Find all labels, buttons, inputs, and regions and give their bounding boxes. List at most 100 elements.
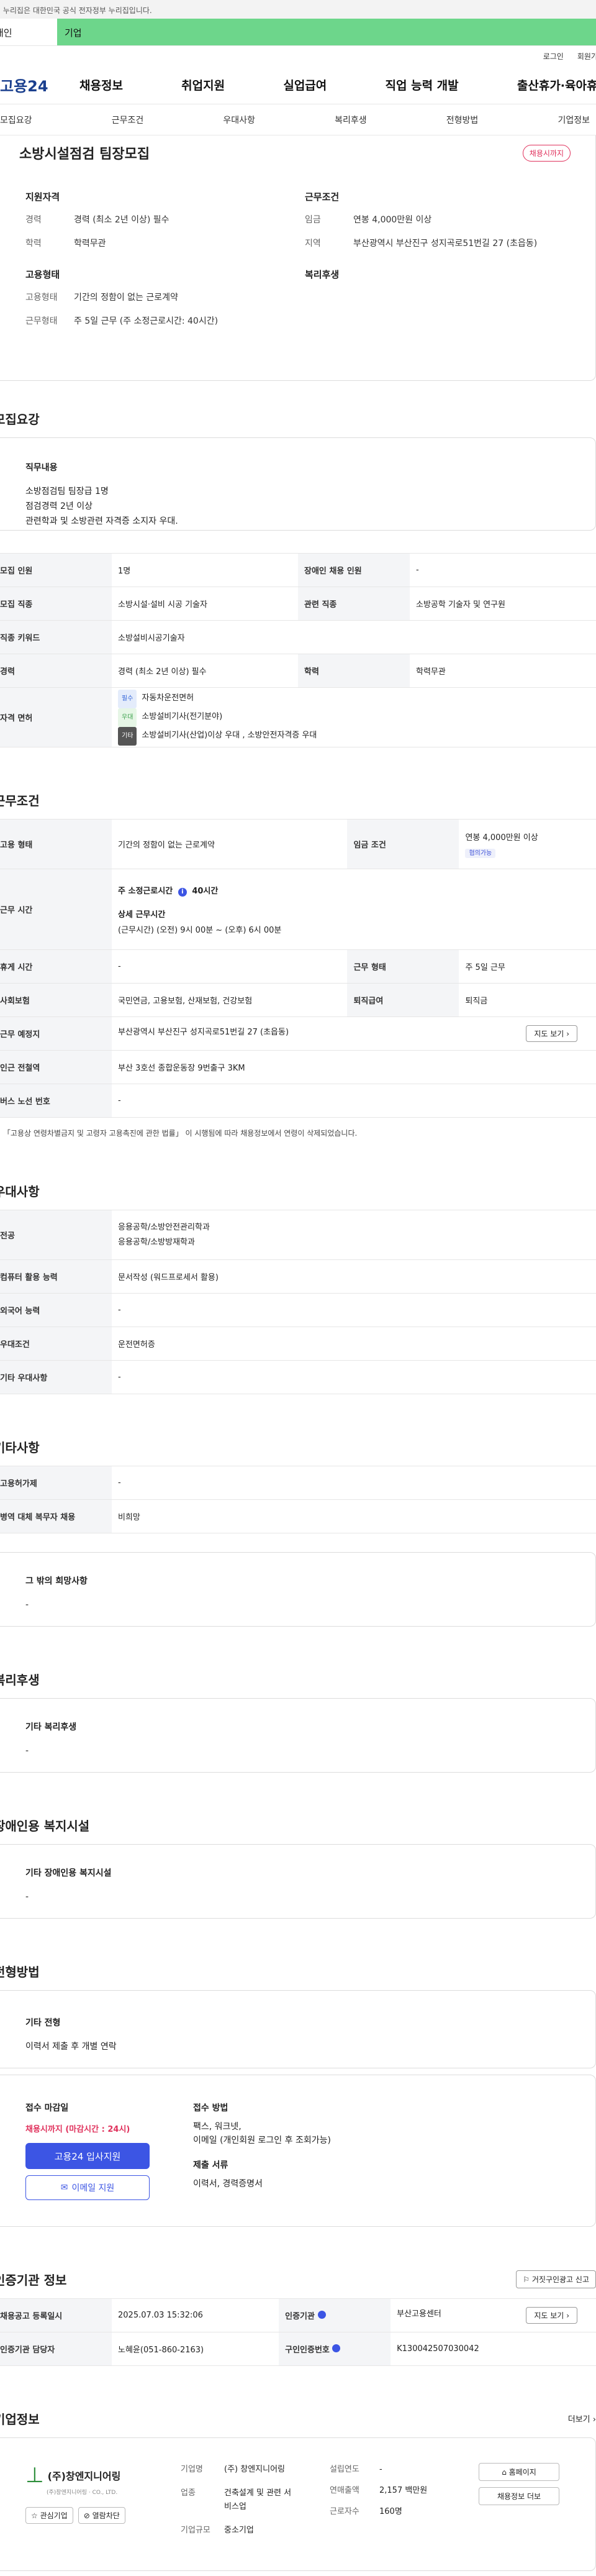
signup-link[interactable]: 회원가입 (577, 51, 596, 62)
company-section-title: 기업정보 (0, 2412, 40, 2427)
gnb-item-leave[interactable]: 출산휴가·육아휴직 (517, 76, 596, 93)
company-left: ⊥ (주)창엔지니어링 (주)창엔지니어링 · CO., LTD. ☆ 관심기업… (25, 2463, 181, 2570)
insurance-key: 사회보험 (0, 983, 112, 1017)
anchor-conditions[interactable]: 근무조건 (112, 114, 144, 126)
count-key: 모집 인원 (0, 553, 112, 587)
company-name-key: 기업명 (181, 2465, 203, 2474)
hours-cell: 주 소정근로시간 i 40시간 상세 근무시간 (근무시간) (오전) 9시 0… (112, 869, 596, 950)
fav-company-button[interactable]: ☆ 관심기업 (25, 2507, 73, 2524)
tab-personal[interactable]: 개인 (0, 19, 57, 45)
info-icon[interactable] (332, 2344, 341, 2352)
major-value: 응용공학/소방안전관리학과 응용공학/소방방재학과 (112, 1210, 596, 1260)
license-text: 자동차운전면허 (142, 693, 194, 703)
license-tag: 필수 (118, 689, 137, 708)
selection-label: 기타 전형 (25, 2018, 61, 2028)
emp-type-key: 고용 형태 (0, 819, 112, 869)
company-logo-sub: (주)창엔지니어링 · CO., LTD. (47, 2490, 118, 2496)
anchor-recruit[interactable]: 모집요강 (0, 114, 32, 126)
license-text: 소방설비기사(산업)이상 우대 , 소방안전자격증 우대 (142, 730, 317, 740)
login-link[interactable]: 로그인 (543, 51, 564, 62)
disability-card: 기타 장애인용 복지시설 - (0, 1844, 596, 1919)
gnb-item-jobs[interactable]: 채용정보 (79, 76, 123, 93)
docs-label: 제출 서류 (193, 2160, 228, 2170)
table-row: 외국어 능력 - (0, 1293, 596, 1327)
report-button[interactable]: ⚐ 거짓구인광고 신고 (516, 2270, 596, 2288)
table-row: 고용허가제 - (0, 1466, 596, 1500)
gnb-item-support[interactable]: 취업지원 (181, 76, 225, 93)
summary-wage-value: 연봉 4,000만원 이상 (353, 215, 432, 225)
pc-value: 문서작성 (워드프로세서 활용) (112, 1259, 596, 1294)
hours-main-label: 주 소정근로시간 (118, 886, 173, 896)
job-value: 소방시설·설비 시공 기술자 (112, 587, 298, 621)
cert-table: 채용공고 등록일시 2025.07.03 15:32:06 인증기관 부산고용센… (0, 2298, 596, 2366)
disabled-count-value: - (410, 553, 596, 587)
company-biz-value: 건축설계 및 관련 서비스업 (224, 2488, 292, 2511)
info-icon[interactable] (317, 2311, 326, 2319)
site-logo[interactable]: 고용24 (0, 74, 68, 96)
company-logo-mark: ⊥ (25, 2463, 44, 2488)
apply-button[interactable]: 고용24 입사지원 (25, 2143, 150, 2169)
pc-key: 컴퓨터 활용 능력 (0, 1259, 112, 1294)
email-apply-button[interactable]: ✉ 이메일 지원 (25, 2175, 150, 2200)
license-text: 소방설비기사(전기분야) (142, 711, 223, 721)
summary-emp-title: 고용형태 (25, 269, 60, 280)
wish-value: - (25, 1600, 29, 1610)
map-button-label: 지도 보기 (534, 1030, 564, 1038)
tab-personal-label: 개인 (0, 27, 12, 39)
summary-type-value: 기간의 정함이 없는 근로계약 (74, 293, 178, 303)
info-icon[interactable]: i (178, 887, 187, 897)
table-row: 휴게 시간 - 근무 형태 주 5일 근무 (0, 949, 596, 984)
tab-company[interactable]: 기업 (57, 19, 596, 45)
disability-value: - (25, 1892, 29, 1902)
recruit-table: 모집 인원 1명 장애인 채용 인원 - 모집 직종 소방시설·설비 시공 기술… (0, 553, 596, 747)
homepage-label: 홈페이지 (508, 2468, 536, 2477)
related-job-key: 관련 직종 (298, 587, 410, 621)
welfare-section-title: 복리후생 (0, 1673, 40, 1688)
homepage-button[interactable]: ⌂ 홈페이지 (479, 2463, 559, 2481)
util-menu: 로그인 회원가입 (0, 46, 596, 66)
company-year-key: 설립연도 (330, 2465, 359, 2474)
duty-card: 직무내용 소방점검팀 팀장급 1명 점검경력 2년 이상 관련학과 및 소방관련… (0, 437, 596, 531)
email-apply-label: 이메일 지원 (71, 2183, 115, 2193)
report-icon: ⚐ (523, 2275, 532, 2284)
permit-key: 고용허가제 (0, 1466, 112, 1500)
wage-cell: 연봉 4,000만원 이상 협의가능 (459, 819, 596, 869)
selection-card: 기타 전형 이력서 제출 후 개별 연락 (0, 1990, 596, 2068)
cert-no-key-text: 구인인증번호 (285, 2345, 330, 2355)
anchor-welfare[interactable]: 복리후생 (335, 114, 367, 126)
reg-value: 2025.07.03 15:32:06 (112, 2298, 279, 2332)
anchor-company[interactable]: 기업정보 (558, 114, 590, 126)
count-value: 1명 (112, 553, 298, 587)
summary-welfare-title: 복리후생 (305, 269, 340, 280)
block-company-button[interactable]: ⊘ 열람차단 (78, 2507, 125, 2524)
gnb-item-benefit[interactable]: 실업급여 (283, 76, 327, 93)
summary-left: 지원자격 경력 경력 (최소 2년 이상) 필수 학력 학력무관 고용형태 고용형태… (25, 190, 305, 380)
fav-company-label: 관심기업 (40, 2511, 68, 2520)
pref-cond-key: 우대조건 (0, 1327, 112, 1361)
block-icon: ⊘ (83, 2511, 93, 2520)
disability-label: 기타 장애인용 복지시설 (25, 1868, 112, 1878)
gnb-item-training[interactable]: 직업 능력 개발 (386, 76, 459, 93)
company-more-link[interactable]: 더보기 › (568, 2413, 596, 2424)
major-item: 응용공학/소방방재학과 (118, 1237, 195, 1247)
company-size-value: 중소기업 (224, 2526, 254, 2535)
cert-org-key: 인증기관 (279, 2298, 391, 2332)
license-key: 자격 면허 (0, 687, 112, 747)
cert-map-button[interactable]: 지도 보기 › (526, 2307, 577, 2324)
anchor-selection[interactable]: 전형방법 (446, 114, 479, 126)
summary-loc-key: 지역 (305, 239, 321, 249)
table-row: 자격 면허 필수 자동차운전면허 우대 소방설비기사(전기분야) 기타 소방설비기사(… (0, 687, 596, 747)
major-item: 응용공학/소방안전관리학과 (118, 1222, 210, 1232)
company-jobs-button[interactable]: 채용정보 더보 (479, 2487, 559, 2505)
license-item: 기타 소방설비기사(산업)이상 우대 , 소방안전자격증 우대 (118, 726, 590, 746)
map-button[interactable]: 지도 보기 › (526, 1025, 577, 1042)
selection-section-title: 전형방법 (0, 1965, 40, 1980)
page: 이 누리집은 대한민국 공식 전자정부 누리집입니다. 개인 기업 로그인 회원… (0, 0, 596, 2576)
other-section-title: 기타사항 (0, 1440, 40, 1455)
other-table: 고용허가제 - 병역 대체 복무자 채용 비희망 (0, 1466, 596, 1533)
chevron-right-icon: › (566, 2311, 569, 2320)
top-tabs: 개인 기업 (0, 19, 596, 46)
retire-value: 퇴직금 (459, 983, 596, 1017)
status-badge: 채용시까지 (522, 144, 571, 162)
anchor-preference[interactable]: 우대사항 (223, 114, 255, 126)
